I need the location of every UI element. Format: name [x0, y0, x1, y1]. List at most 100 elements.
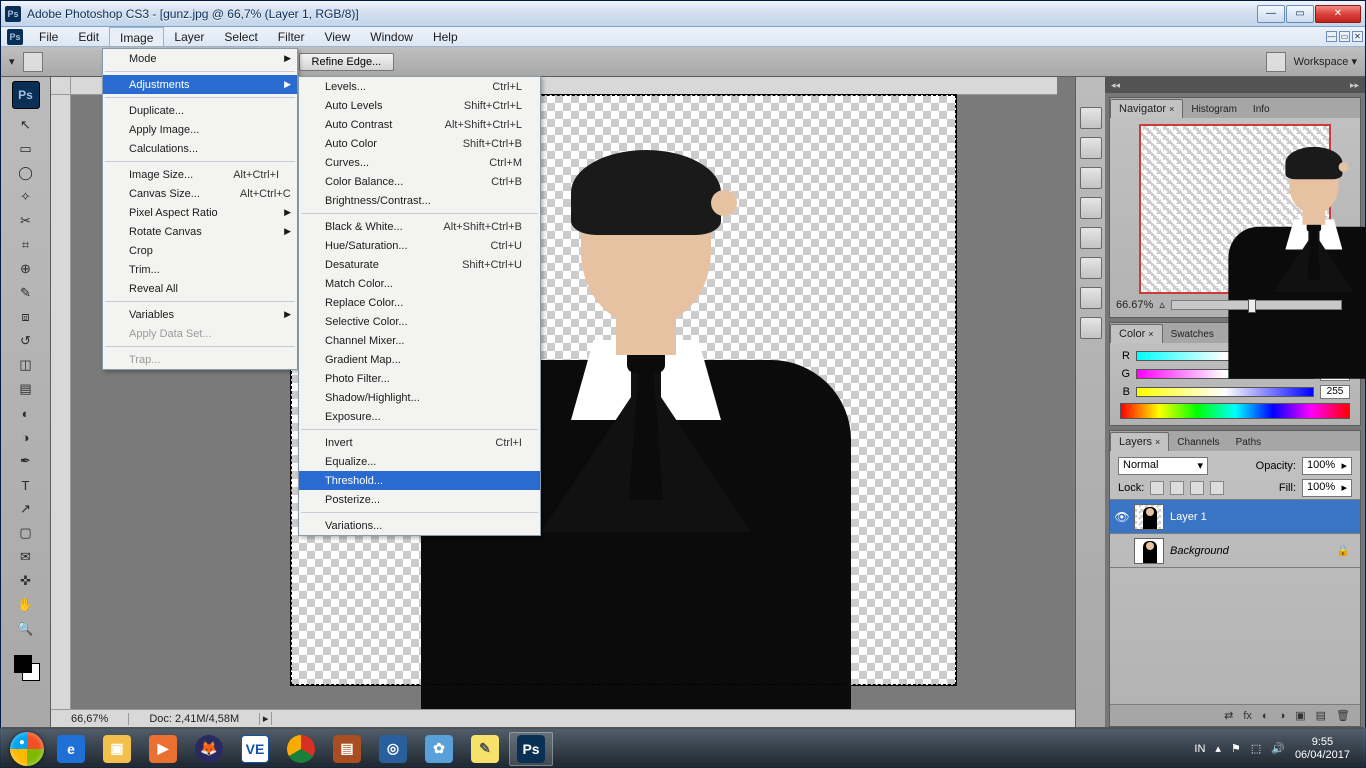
image-menu-item-2[interactable]: Adjustments▶ [103, 75, 297, 94]
panel-strip-header[interactable]: ◂◂ ▸▸ [1105, 77, 1365, 93]
tab-navigator[interactable]: Navigator× [1110, 99, 1183, 118]
layer-name-1[interactable]: Background [1168, 545, 1336, 557]
lasso-tool-icon[interactable]: ◯ [14, 162, 38, 184]
menu-select[interactable]: Select [214, 27, 267, 46]
dock-icon-3[interactable] [1080, 167, 1102, 189]
vertical-ruler[interactable] [51, 95, 71, 709]
tab-histogram[interactable]: Histogram [1183, 101, 1245, 118]
hand-tool-icon[interactable]: ✋ [14, 594, 38, 616]
zoom-tool-icon[interactable]: 🔍 [14, 618, 38, 640]
delete-layer-icon[interactable]: 🗑 [1336, 709, 1350, 722]
selection-mode-new-icon[interactable] [23, 52, 43, 72]
link-layers-icon[interactable]: ⇄ [1224, 709, 1233, 722]
stamp-tool-icon[interactable]: ⧈ [14, 306, 38, 328]
image-menu-item-12[interactable]: Crop [103, 241, 297, 260]
slice-tool-icon[interactable]: ⌗ [14, 234, 38, 256]
network-icon[interactable]: ⬚ [1251, 742, 1261, 755]
adjustments-menu-item-20[interactable]: InvertCtrl+I [299, 433, 540, 452]
workspace-dropdown[interactable]: Workspace ▾ [1294, 55, 1357, 68]
adjustments-menu-item-10[interactable]: DesaturateShift+Ctrl+U [299, 255, 540, 274]
lock-all-icon[interactable] [1210, 481, 1224, 495]
zoom-value[interactable]: 66,67% [51, 713, 129, 725]
adjustments-menu-item-25[interactable]: Variations... [299, 516, 540, 535]
lang-indicator[interactable]: IN [1194, 743, 1205, 755]
dock-icon-7[interactable] [1080, 287, 1102, 309]
tb-app1[interactable]: ▤ [325, 732, 369, 766]
slider-b[interactable] [1136, 387, 1314, 397]
menu-view[interactable]: View [314, 27, 360, 46]
taskbar[interactable]: e ▣ ▶ 🦊 VE ▤ ◎ ✿ ✎ Ps IN ▴ ⚑ ⬚ 🔊 9:55 06… [0, 728, 1366, 768]
foreground-color-icon[interactable] [14, 655, 32, 673]
adjustment-layer-icon[interactable]: ◑ [1279, 710, 1286, 722]
adjustments-menu-item-8[interactable]: Black & White...Alt+Shift+Ctrl+B [299, 217, 540, 236]
gradient-tool-icon[interactable]: ▤ [14, 378, 38, 400]
doc-size-label[interactable]: Doc: 2,41M/4,58M [129, 713, 260, 725]
system-menu-icon[interactable]: Ps [7, 29, 23, 45]
dodge-tool-icon[interactable]: ◑ [14, 426, 38, 448]
menu-help[interactable]: Help [423, 27, 468, 46]
tb-vnc[interactable]: VE [233, 732, 277, 766]
adjustments-menu-item-9[interactable]: Hue/Saturation...Ctrl+U [299, 236, 540, 255]
dock-icon-6[interactable] [1080, 257, 1102, 279]
dock-icon-5[interactable] [1080, 227, 1102, 249]
new-layer-icon[interactable]: ▤ [1316, 709, 1326, 722]
doc-restore-button[interactable]: ▭ [1339, 31, 1350, 42]
ps-logo-icon[interactable]: Ps [12, 81, 40, 109]
menu-image[interactable]: Image [109, 27, 164, 46]
group-icon[interactable]: ▣ [1295, 709, 1305, 722]
image-menu-item-6[interactable]: Calculations... [103, 139, 297, 158]
shape-tool-icon[interactable]: ▢ [14, 522, 38, 544]
dock-icon-2[interactable] [1080, 137, 1102, 159]
move-tool-icon[interactable]: ↖ [14, 114, 38, 136]
dock-icon-1[interactable] [1080, 107, 1102, 129]
zoom-out-icon[interactable]: ▵ [1159, 298, 1165, 311]
minimize-button[interactable]: — [1257, 5, 1285, 23]
lock-transparent-icon[interactable] [1150, 481, 1164, 495]
layer-thumb-1[interactable] [1134, 538, 1164, 564]
system-tray[interactable]: IN ▴ ⚑ ⬚ 🔊 9:55 06/04/2017 [1184, 736, 1360, 761]
refine-edge-button[interactable]: Refine Edge... [299, 53, 395, 71]
image-menu-item-14[interactable]: Reveal All [103, 279, 297, 298]
history-brush-icon[interactable]: ↺ [14, 330, 38, 352]
adjustments-menu-item-22[interactable]: Threshold... [299, 471, 540, 490]
image-menu-item-16[interactable]: Variables▶ [103, 305, 297, 324]
lock-position-icon[interactable] [1190, 481, 1204, 495]
tool-preset-dropdown[interactable]: ▾ [9, 55, 15, 68]
tab-paths[interactable]: Paths [1228, 434, 1270, 451]
adjustments-menu-item-12[interactable]: Replace Color... [299, 293, 540, 312]
image-menu-item-10[interactable]: Pixel Aspect Ratio▶ [103, 203, 297, 222]
adjustments-menu-item-14[interactable]: Channel Mixer... [299, 331, 540, 350]
statusbar-flyout-icon[interactable]: ▸ [260, 712, 272, 725]
blend-mode-select[interactable]: Normal▾ [1118, 457, 1208, 475]
adjustments-menu-item-3[interactable]: Auto ColorShift+Ctrl+B [299, 134, 540, 153]
path-select-icon[interactable]: ↗ [14, 498, 38, 520]
start-button[interactable] [6, 731, 48, 767]
titlebar[interactable]: Ps Adobe Photoshop CS3 - [gunz.jpg @ 66,… [1, 1, 1365, 27]
lock-pixels-icon[interactable] [1170, 481, 1184, 495]
adjustments-menu-item-2[interactable]: Auto ContrastAlt+Shift+Ctrl+L [299, 115, 540, 134]
tb-notes[interactable]: ✎ [463, 732, 507, 766]
layer-row-0[interactable]: 👁 Layer 1 [1110, 500, 1360, 534]
adjustments-menu-item-18[interactable]: Exposure... [299, 407, 540, 426]
zoom-slider[interactable] [1171, 300, 1343, 310]
tb-app2[interactable]: ◎ [371, 732, 415, 766]
adjustments-menu-item-17[interactable]: Shadow/Highlight... [299, 388, 540, 407]
image-menu[interactable]: Mode▶Adjustments▶Duplicate...Apply Image… [102, 48, 298, 370]
clock[interactable]: 9:55 06/04/2017 [1295, 736, 1350, 761]
layer-thumb-0[interactable] [1134, 504, 1164, 530]
menu-file[interactable]: File [29, 27, 68, 46]
tb-wmp[interactable]: ▶ [141, 732, 185, 766]
tray-chevron-icon[interactable]: ▴ [1215, 742, 1221, 755]
brush-tool-icon[interactable]: ✎ [14, 282, 38, 304]
layer-mask-icon[interactable]: ◐ [1262, 710, 1269, 722]
menu-edit[interactable]: Edit [68, 27, 109, 46]
layer-visible-icon[interactable]: 👁 [1110, 510, 1134, 524]
image-menu-item-9[interactable]: Canvas Size...Alt+Ctrl+C [103, 184, 297, 203]
tb-photoshop[interactable]: Ps [509, 732, 553, 766]
maximize-button[interactable]: ▭ [1286, 5, 1314, 23]
notes-tool-icon[interactable]: ✉ [14, 546, 38, 568]
fill-input[interactable]: 100%▸ [1302, 479, 1352, 497]
image-menu-item-0[interactable]: Mode▶ [103, 49, 297, 68]
image-menu-item-8[interactable]: Image Size...Alt+Ctrl+I [103, 165, 297, 184]
bridge-icon[interactable] [1266, 52, 1286, 72]
